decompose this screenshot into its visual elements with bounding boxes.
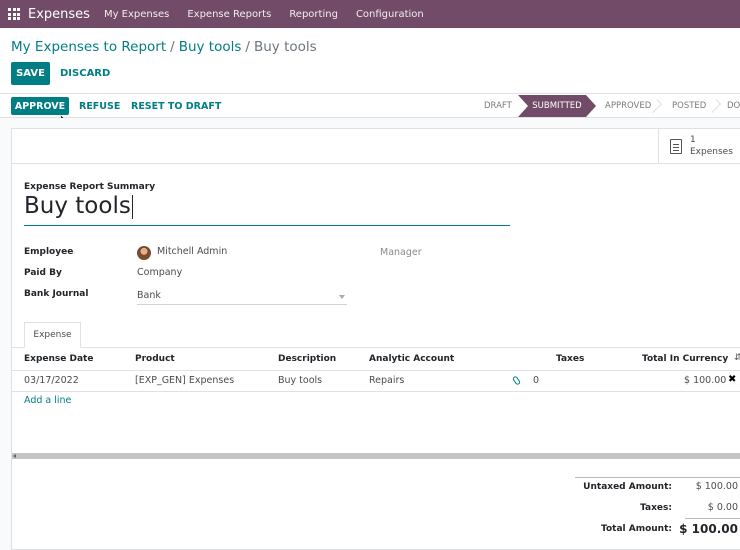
summary-input[interactable]: Buy tools bbox=[24, 193, 510, 226]
text-caret bbox=[131, 194, 133, 219]
avatar bbox=[137, 246, 151, 260]
paid-by-label: Paid By bbox=[24, 268, 62, 278]
untaxed-amount-value: $ 100.00 bbox=[695, 481, 738, 492]
delete-row-icon[interactable]: ✖ bbox=[728, 374, 736, 385]
add-a-line-link[interactable]: Add a line bbox=[24, 395, 71, 406]
horizontal-scrollbar[interactable] bbox=[12, 453, 740, 459]
bank-journal-select[interactable]: Bank bbox=[137, 290, 347, 305]
expenses-count-label: Expenses bbox=[690, 147, 733, 157]
control-panel: My Expenses to Report / Buy tools / Buy tool… bbox=[0, 28, 740, 94]
col-product[interactable]: Product bbox=[135, 354, 175, 364]
form-sheet: 1 Expenses Expense Report Summary Buy to… bbox=[11, 128, 740, 550]
cell-total: $ 100.00 bbox=[684, 375, 727, 386]
paid-by-field[interactable]: Company bbox=[137, 267, 182, 278]
stage-separator bbox=[707, 99, 721, 113]
menu-my-expenses[interactable]: My Expenses bbox=[104, 9, 169, 20]
totals-divider bbox=[575, 477, 740, 478]
menu-configuration[interactable]: Configuration bbox=[356, 9, 424, 20]
refuse-button[interactable]: REFUSE bbox=[79, 97, 120, 115]
app-brand[interactable]: Expenses bbox=[28, 7, 90, 22]
breadcrumb-separator: / bbox=[170, 39, 175, 55]
discard-button[interactable]: DISCARD bbox=[60, 62, 110, 85]
total-amount-value: $ 100.00 bbox=[679, 522, 738, 536]
expenses-smart-button[interactable]: 1 Expenses bbox=[658, 129, 740, 164]
grand-total-divider bbox=[685, 518, 740, 519]
col-expense-date[interactable]: Expense Date bbox=[24, 354, 93, 364]
bank-journal-label: Bank Journal bbox=[24, 289, 89, 299]
breadcrumb-current: Buy tools bbox=[253, 39, 317, 55]
col-total-in-currency[interactable]: Total In Currency bbox=[642, 354, 728, 364]
cell-analytic: Repairs bbox=[369, 375, 405, 386]
stage-posted[interactable]: POSTED bbox=[672, 94, 706, 118]
stage-draft[interactable]: DRAFT bbox=[484, 94, 512, 118]
taxes-value: $ 0.00 bbox=[707, 502, 738, 513]
cell-product: [EXP_GEN] Expenses bbox=[135, 375, 235, 386]
employee-label: Employee bbox=[24, 247, 74, 257]
col-taxes[interactable]: Taxes bbox=[556, 354, 584, 364]
employee-field[interactable]: Mitchell Admin bbox=[157, 246, 227, 257]
col-description[interactable]: Description bbox=[278, 354, 336, 364]
document-icon bbox=[670, 139, 682, 154]
apps-menu-icon[interactable] bbox=[8, 8, 20, 20]
menu-expense-reports[interactable]: Expense Reports bbox=[187, 9, 271, 20]
breadcrumb-buy-tools[interactable]: Buy tools bbox=[179, 39, 242, 55]
stage-approved[interactable]: APPROVED bbox=[605, 94, 651, 118]
top-navbar: Expenses My Expenses Expense Reports Rep… bbox=[0, 0, 740, 28]
total-amount-label: Total Amount: bbox=[601, 524, 672, 534]
tab-expense[interactable]: Expense bbox=[24, 322, 81, 348]
scroll-left-icon[interactable] bbox=[13, 454, 16, 458]
save-button[interactable]: SAVE bbox=[11, 62, 50, 85]
row-divider bbox=[12, 391, 740, 392]
reset-to-draft-button[interactable]: RESET TO DRAFT bbox=[131, 97, 221, 115]
untaxed-amount-label: Untaxed Amount: bbox=[583, 482, 672, 492]
summary-value: Buy tools bbox=[24, 193, 131, 219]
chevron-down-icon bbox=[339, 295, 345, 299]
manager-label: Manager bbox=[380, 247, 422, 258]
taxes-label: Taxes: bbox=[640, 503, 672, 513]
summary-label: Expense Report Summary bbox=[24, 182, 156, 192]
col-analytic-account[interactable]: Analytic Account bbox=[369, 354, 454, 364]
stage-submitted[interactable]: SUBMITTED bbox=[518, 95, 596, 117]
breadcrumb: My Expenses to Report / Buy tools / Buy tool… bbox=[11, 39, 317, 55]
breadcrumb-separator: / bbox=[245, 39, 250, 55]
cell-date: 03/17/2022 bbox=[24, 375, 79, 386]
tab-divider bbox=[12, 347, 740, 348]
stage-done[interactable]: DO bbox=[727, 94, 740, 118]
menu-reporting[interactable]: Reporting bbox=[289, 9, 338, 20]
header-divider bbox=[12, 370, 740, 371]
bank-journal-value: Bank bbox=[137, 290, 161, 301]
approve-button[interactable]: APPROVE bbox=[11, 97, 69, 115]
breadcrumb-my-expenses[interactable]: My Expenses to Report bbox=[11, 39, 166, 55]
cell-attachments: 0 bbox=[533, 375, 540, 386]
optional-columns-icon[interactable]: ⇵ bbox=[734, 353, 740, 363]
cell-description: Buy tools bbox=[278, 375, 323, 386]
status-bar: APPROVE REFUSE RESET TO DRAFT DRAFT SUBM… bbox=[0, 94, 740, 118]
smart-button-box: 1 Expenses bbox=[12, 129, 740, 164]
expenses-count: 1 bbox=[690, 135, 696, 145]
paperclip-icon[interactable] bbox=[511, 375, 522, 386]
